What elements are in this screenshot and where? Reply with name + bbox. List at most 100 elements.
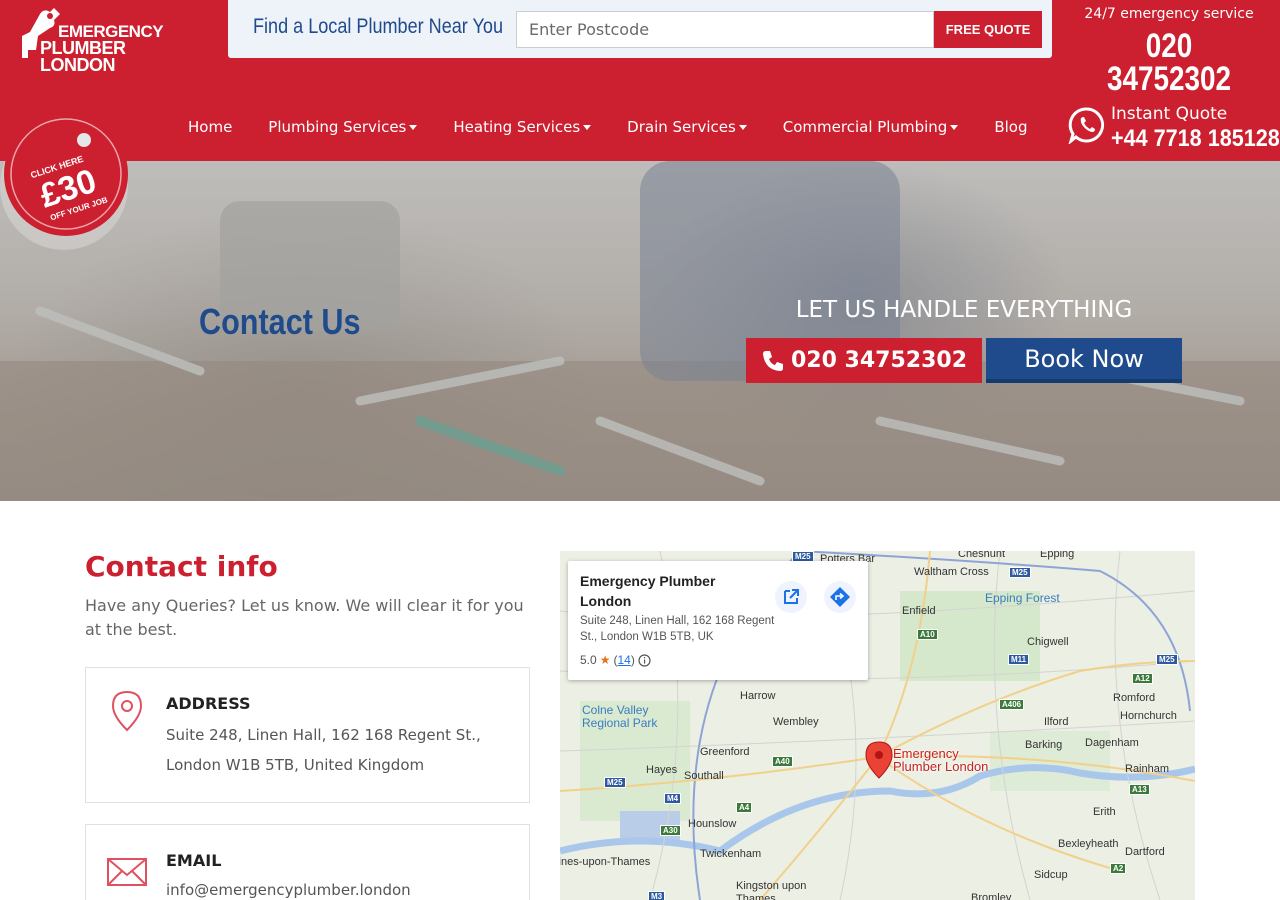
caret-down-icon <box>738 124 747 130</box>
map-place-card: Emergency Plumber London Suite 248, Line… <box>568 561 868 680</box>
search-title: Find a Local Plumber Near You <box>253 15 503 38</box>
map-place-name[interactable]: Emergency Plumber London <box>580 571 770 611</box>
map-place-label: Epping <box>1040 551 1075 560</box>
page-title: Contact Us <box>199 301 361 342</box>
discount-tag-icon: CLICK HERE £30 OFF YOUR JOB <box>0 101 128 250</box>
nav-label: Plumbing Services <box>268 118 407 136</box>
road-shield: A13 <box>1129 784 1150 795</box>
nav-label: Blog <box>994 118 1028 136</box>
directions-button[interactable] <box>824 581 856 613</box>
road-shield: A2 <box>1110 863 1127 874</box>
nav-label: Heating Services <box>453 118 581 136</box>
road-shield: M25 <box>1156 654 1178 665</box>
map-place-label: Staines-upon-Thames <box>560 856 651 868</box>
map-place-label: Cheshunt <box>958 551 1006 560</box>
address-heading: ADDRESS <box>166 694 251 713</box>
map-place-label: Epping Forest <box>985 591 1060 605</box>
map-place-label: Hounslow <box>688 818 737 830</box>
review-count-link[interactable]: 14 <box>617 653 630 667</box>
road-shield: A10 <box>917 629 938 640</box>
road-shield: M25 <box>604 777 626 788</box>
road-shield: A40 <box>772 756 793 767</box>
review-count-wrapper: (14) <box>613 653 635 667</box>
road-shield: A406 <box>999 699 1025 710</box>
map-place-label: Waltham Cross <box>914 566 989 578</box>
hero-banner: Contact Us LET US HANDLE EVERYTHING 020 … <box>0 161 1280 501</box>
book-now-button[interactable]: Book Now <box>986 338 1182 383</box>
google-map[interactable]: Potters Bar Cheshunt Epping Waltham Cros… <box>560 551 1195 900</box>
map-place-label: Bromley <box>971 892 1012 900</box>
map-place-address: Suite 248, Linen Hall, 162 168 Regent St… <box>580 615 775 643</box>
nav-item-commercial-plumbing[interactable]: Commercial Plumbing <box>765 118 977 136</box>
address-card: ADDRESS Suite 248, Linen Hall, 162 168 R… <box>85 667 530 803</box>
map-place-label: Kingston upon Thames <box>736 880 807 900</box>
star-icon: ★ <box>599 653 611 667</box>
emergency-phone-link[interactable]: 020 34752302 <box>1091 29 1247 96</box>
main-nav: Home Plumbing Services Heating Services … <box>170 118 1045 136</box>
road-shield: A30 <box>660 825 681 836</box>
map-place-label: Rainham <box>1125 763 1170 775</box>
logo-text: EMERGENCY PLUMBER LONDON <box>40 23 204 74</box>
nav-item-blog[interactable]: Blog <box>976 118 1045 136</box>
map-place-label: Hayes <box>646 764 678 776</box>
map-place-label: Chigwell <box>1027 636 1069 648</box>
map-rating: 5.0 ★ (14) <box>580 653 651 667</box>
caret-down-icon <box>409 124 418 130</box>
open-in-maps-button[interactable] <box>775 581 807 613</box>
email-card: EMAIL info@emergencyplumber.london <box>85 824 530 900</box>
road-shield: M3 <box>648 891 666 900</box>
caret-down-icon <box>583 124 592 130</box>
map-place-label: Greenford <box>700 746 750 758</box>
map-place-label: Enfield <box>902 605 936 617</box>
contact-info-description: Have any Queries? Let us know. We will c… <box>85 596 524 639</box>
map-marker-icon[interactable] <box>865 741 893 779</box>
hero-tagline: LET US HANDLE EVERYTHING <box>795 297 1133 323</box>
map-place-label: Southall <box>684 770 724 782</box>
contact-info-title: Contact info <box>85 550 278 583</box>
map-place-label: Romford <box>1113 692 1156 704</box>
site-header: EMERGENCY PLUMBER LONDON Find a Local Pl… <box>0 0 1280 161</box>
road-shield: A12 <box>1132 673 1153 684</box>
hero-overlay <box>0 161 1280 501</box>
map-place-label: Bexleyheath <box>1058 838 1119 850</box>
address-text: Suite 248, Linen Hall, 162 168 Regent St… <box>166 726 481 774</box>
caret-down-icon <box>950 124 959 130</box>
discount-badge[interactable]: CLICK HERE £30 OFF YOUR JOB <box>0 98 134 254</box>
map-place-label: Sidcup <box>1034 869 1068 881</box>
site-logo[interactable]: EMERGENCY PLUMBER LONDON <box>14 6 204 74</box>
map-place-label: Barking <box>1025 739 1063 751</box>
map-place-label: Hornchurch <box>1120 710 1177 722</box>
free-quote-button[interactable]: FREE QUOTE <box>934 11 1042 48</box>
rating-value: 5.0 <box>580 653 597 667</box>
nav-item-home[interactable]: Home <box>170 118 250 136</box>
map-place-label: Harrow <box>740 690 776 702</box>
map-pin-label: Emergency Plumber London <box>893 746 989 774</box>
whatsapp-quote[interactable]: Instant Quote +44 7718 185128 <box>1068 104 1280 156</box>
emergency-contact: 24/7 emergency service 020 34752302 <box>1074 6 1264 96</box>
envelope-icon <box>107 858 147 886</box>
external-link-icon <box>784 589 799 604</box>
road-shield: M11 <box>1008 654 1030 665</box>
whatsapp-phone: +44 7718 185128 <box>1111 125 1280 152</box>
info-icon[interactable] <box>638 653 651 667</box>
map-place-label: Dartford <box>1125 846 1165 858</box>
nav-item-heating-services[interactable]: Heating Services <box>435 118 609 136</box>
road-shield: M4 <box>664 793 682 804</box>
call-button-label: 020 34752302 <box>790 348 968 373</box>
map-place-label: Erith <box>1093 806 1116 818</box>
email-link[interactable]: info@emergencyplumber.london <box>166 875 506 900</box>
call-button[interactable]: 020 34752302 <box>746 338 982 383</box>
nav-item-plumbing-services[interactable]: Plumbing Services <box>250 118 435 136</box>
logo-line-2: PLUMBER LONDON <box>40 38 126 75</box>
location-pin-icon <box>111 690 143 732</box>
map-place-label: Ilford <box>1044 716 1069 728</box>
phone-icon <box>762 350 783 371</box>
directions-icon <box>830 587 850 607</box>
email-heading: EMAIL <box>166 851 222 870</box>
whatsapp-icon <box>1068 107 1105 144</box>
emergency-label: 24/7 emergency service <box>1084 6 1254 22</box>
nav-item-drain-services[interactable]: Drain Services <box>609 118 765 136</box>
road-shield: M25 <box>1009 567 1031 578</box>
map-place-label: Dagenham <box>1085 737 1139 749</box>
postcode-input[interactable] <box>516 11 934 48</box>
